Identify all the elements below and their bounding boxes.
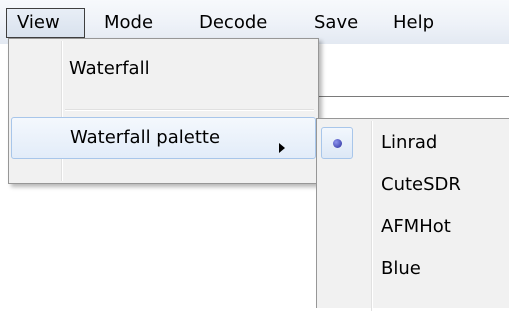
triangle-right-icon (279, 143, 285, 153)
palette-item-afmhot[interactable]: AFMHot (319, 207, 509, 249)
menu-mode[interactable]: Mode (104, 8, 153, 38)
content-divider (318, 96, 509, 97)
menu-view[interactable]: View (6, 8, 85, 38)
radio-dot-icon (333, 139, 342, 148)
menu-save[interactable]: Save (314, 8, 358, 38)
palette-submenu: Linrad CuteSDR AFMHot Blue (316, 118, 509, 311)
radio-indicator (321, 127, 353, 159)
palette-item-linrad[interactable]: Linrad (319, 123, 509, 165)
menu-item-label: Waterfall palette (70, 127, 221, 148)
menu-item-waterfall-palette[interactable]: Waterfall palette (11, 117, 316, 159)
view-dropdown-menu: Waterfall Waterfall palette (8, 38, 319, 184)
menu-separator (65, 109, 314, 111)
menu-item-waterfall[interactable]: Waterfall (11, 49, 316, 91)
palette-item-label: Linrad (381, 132, 438, 153)
palette-item-blue[interactable]: Blue (319, 249, 509, 291)
menu-help[interactable]: Help (393, 8, 434, 38)
palette-item-cutesdr[interactable]: CuteSDR (319, 165, 509, 207)
menu-decode[interactable]: Decode (199, 8, 267, 38)
